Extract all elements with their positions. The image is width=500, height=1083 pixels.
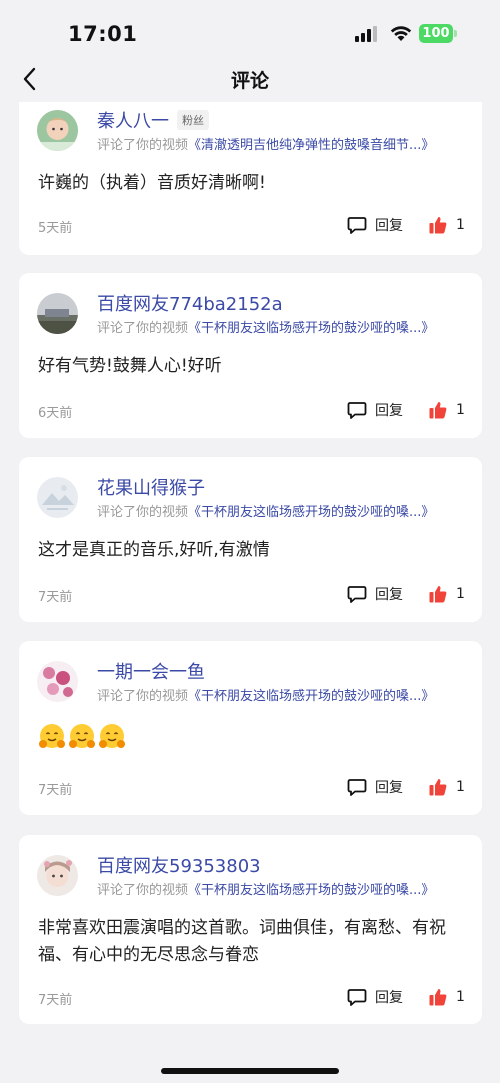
nav-bar: 评论 <box>0 62 500 102</box>
avatar[interactable] <box>37 855 78 896</box>
comment-card[interactable]: 百度网友59353803 评论了你的视频《干杯朋友这临场感开场的鼓沙哑的嗓...… <box>19 835 482 1024</box>
username[interactable]: 百度网友774ba2152a <box>97 290 283 316</box>
comment-bubble-icon <box>347 217 367 234</box>
reply-button[interactable]: 回复 <box>347 986 403 1008</box>
reply-button[interactable]: 回复 <box>347 776 403 798</box>
video-reference[interactable]: 评论了你的视频《干杯朋友这临场感开场的鼓沙哑的嗓...》 <box>97 501 434 520</box>
comment-text: 好有气势!鼓舞人心!好听 <box>38 356 222 376</box>
username[interactable]: 花果山得猴子 <box>97 474 205 500</box>
username[interactable]: 秦人八一 粉丝 <box>97 107 209 133</box>
comment-emoji <box>38 723 128 751</box>
avatar[interactable] <box>37 477 78 518</box>
battery-level: 100 <box>419 24 453 43</box>
status-bar: 17:01 100 <box>0 0 500 62</box>
wifi-icon <box>390 26 412 41</box>
video-reference[interactable]: 评论了你的视频《干杯朋友这临场感开场的鼓沙哑的嗓...》 <box>97 685 434 704</box>
avatar[interactable] <box>37 661 78 702</box>
username[interactable]: 一期一会一鱼 <box>97 658 205 684</box>
video-link[interactable]: 《干杯朋友这临场感开场的鼓沙哑的嗓...》 <box>188 689 434 704</box>
reply-button[interactable]: 回复 <box>347 583 403 605</box>
video-reference[interactable]: 评论了你的视频《清澈透明吉他纯净弹性的鼓嗓音细节...》 <box>97 134 434 153</box>
video-reference[interactable]: 评论了你的视频《干杯朋友这临场感开场的鼓沙哑的嗓...》 <box>97 317 434 336</box>
thumbs-up-icon <box>429 217 447 234</box>
hugging-face-emoji-icon <box>99 724 125 748</box>
like-button[interactable]: 1 <box>429 583 465 605</box>
comment-time: 7天前 <box>38 590 73 605</box>
thumbs-up-icon <box>429 586 447 603</box>
video-link[interactable]: 《干杯朋友这临场感开场的鼓沙哑的嗓...》 <box>188 321 434 336</box>
comment-time: 7天前 <box>38 783 73 798</box>
comment-bubble-icon <box>347 989 367 1006</box>
status-time: 17:01 <box>68 22 138 46</box>
video-reference[interactable]: 评论了你的视频《干杯朋友这临场感开场的鼓沙哑的嗓...》 <box>97 879 434 898</box>
comment-list[interactable]: 秦人八一 粉丝 评论了你的视频《清澈透明吉他纯净弹性的鼓嗓音细节...》 许巍的（… <box>0 102 500 1042</box>
avatar[interactable] <box>37 293 78 334</box>
comment-text: 非常喜欢田震演唱的这首歌。词曲俱佳，有离愁、有祝福、有心中的无尽思念与眷恋 <box>38 918 446 965</box>
thumbs-up-icon <box>429 402 447 419</box>
comment-bubble-icon <box>347 586 367 603</box>
comment-bubble-icon <box>347 779 367 796</box>
comment-text: 这才是真正的音乐,好听,有激情 <box>38 540 270 560</box>
like-button[interactable]: 1 <box>429 214 465 236</box>
like-button[interactable]: 1 <box>429 986 465 1008</box>
like-button[interactable]: 1 <box>429 776 465 798</box>
video-link[interactable]: 《清澈透明吉他纯净弹性的鼓嗓音细节...》 <box>188 138 434 153</box>
thumbs-up-icon <box>429 989 447 1006</box>
reply-button[interactable]: 回复 <box>347 399 403 421</box>
comment-text: 许巍的（执着）音质好清晰啊! <box>38 173 266 193</box>
username[interactable]: 百度网友59353803 <box>97 852 261 878</box>
like-button[interactable]: 1 <box>429 399 465 421</box>
video-link[interactable]: 《干杯朋友这临场感开场的鼓沙哑的嗓...》 <box>188 883 434 898</box>
battery-icon: 100 <box>419 24 457 43</box>
comment-card[interactable]: 秦人八一 粉丝 评论了你的视频《清澈透明吉他纯净弹性的鼓嗓音细节...》 许巍的（… <box>19 102 482 255</box>
hugging-face-emoji-icon <box>69 724 95 748</box>
comment-card[interactable]: 花果山得猴子 评论了你的视频《干杯朋友这临场感开场的鼓沙哑的嗓...》 这才是真… <box>19 457 482 622</box>
comment-card[interactable]: 百度网友774ba2152a 评论了你的视频《干杯朋友这临场感开场的鼓沙哑的嗓.… <box>19 273 482 438</box>
hugging-face-emoji-icon <box>39 724 65 748</box>
fan-badge: 粉丝 <box>177 110 209 130</box>
comment-card[interactable]: 一期一会一鱼 评论了你的视频《干杯朋友这临场感开场的鼓沙哑的嗓...》 7天前 … <box>19 641 482 815</box>
cellular-signal-icon <box>355 26 377 42</box>
reply-button[interactable]: 回复 <box>347 214 403 236</box>
comment-time: 6天前 <box>38 406 73 421</box>
comment-time: 5天前 <box>38 221 73 236</box>
video-link[interactable]: 《干杯朋友这临场感开场的鼓沙哑的嗓...》 <box>188 505 434 520</box>
comment-bubble-icon <box>347 402 367 419</box>
home-indicator[interactable] <box>161 1068 339 1074</box>
comment-time: 7天前 <box>38 993 73 1008</box>
avatar[interactable] <box>37 110 78 151</box>
page-title: 评论 <box>230 70 269 92</box>
thumbs-up-icon <box>429 779 447 796</box>
